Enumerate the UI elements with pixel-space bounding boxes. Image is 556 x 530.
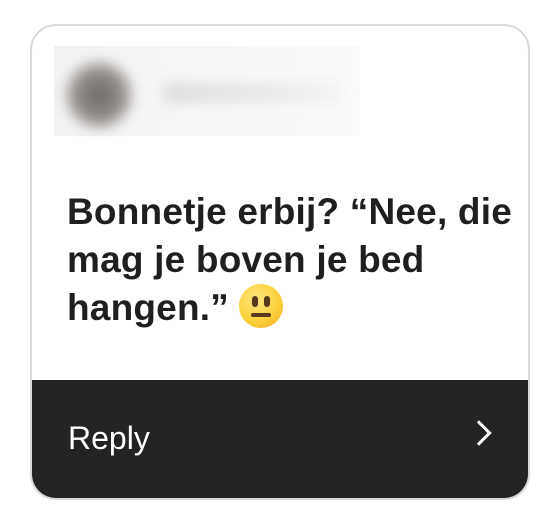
message-text-block: Bonnetje erbij? “Nee, die mag je boven j… — [67, 188, 517, 332]
reply-label[interactable]: Reply — [68, 420, 150, 457]
sender-header — [54, 46, 360, 136]
emoji-eye-left — [251, 296, 258, 307]
chevron-right-icon[interactable] — [466, 420, 492, 446]
avatar — [66, 62, 132, 128]
emoji-eye-right — [263, 296, 270, 307]
message-card: Bonnetje erbij? “Nee, die mag je boven j… — [30, 24, 530, 500]
neutral-face-icon — [238, 284, 283, 328]
emoji-mouth — [250, 313, 271, 317]
sender-name-redacted — [162, 82, 342, 104]
reply-bar[interactable]: Reply — [32, 380, 528, 498]
message-text: Bonnetje erbij? “Nee, die mag je boven j… — [67, 191, 512, 328]
